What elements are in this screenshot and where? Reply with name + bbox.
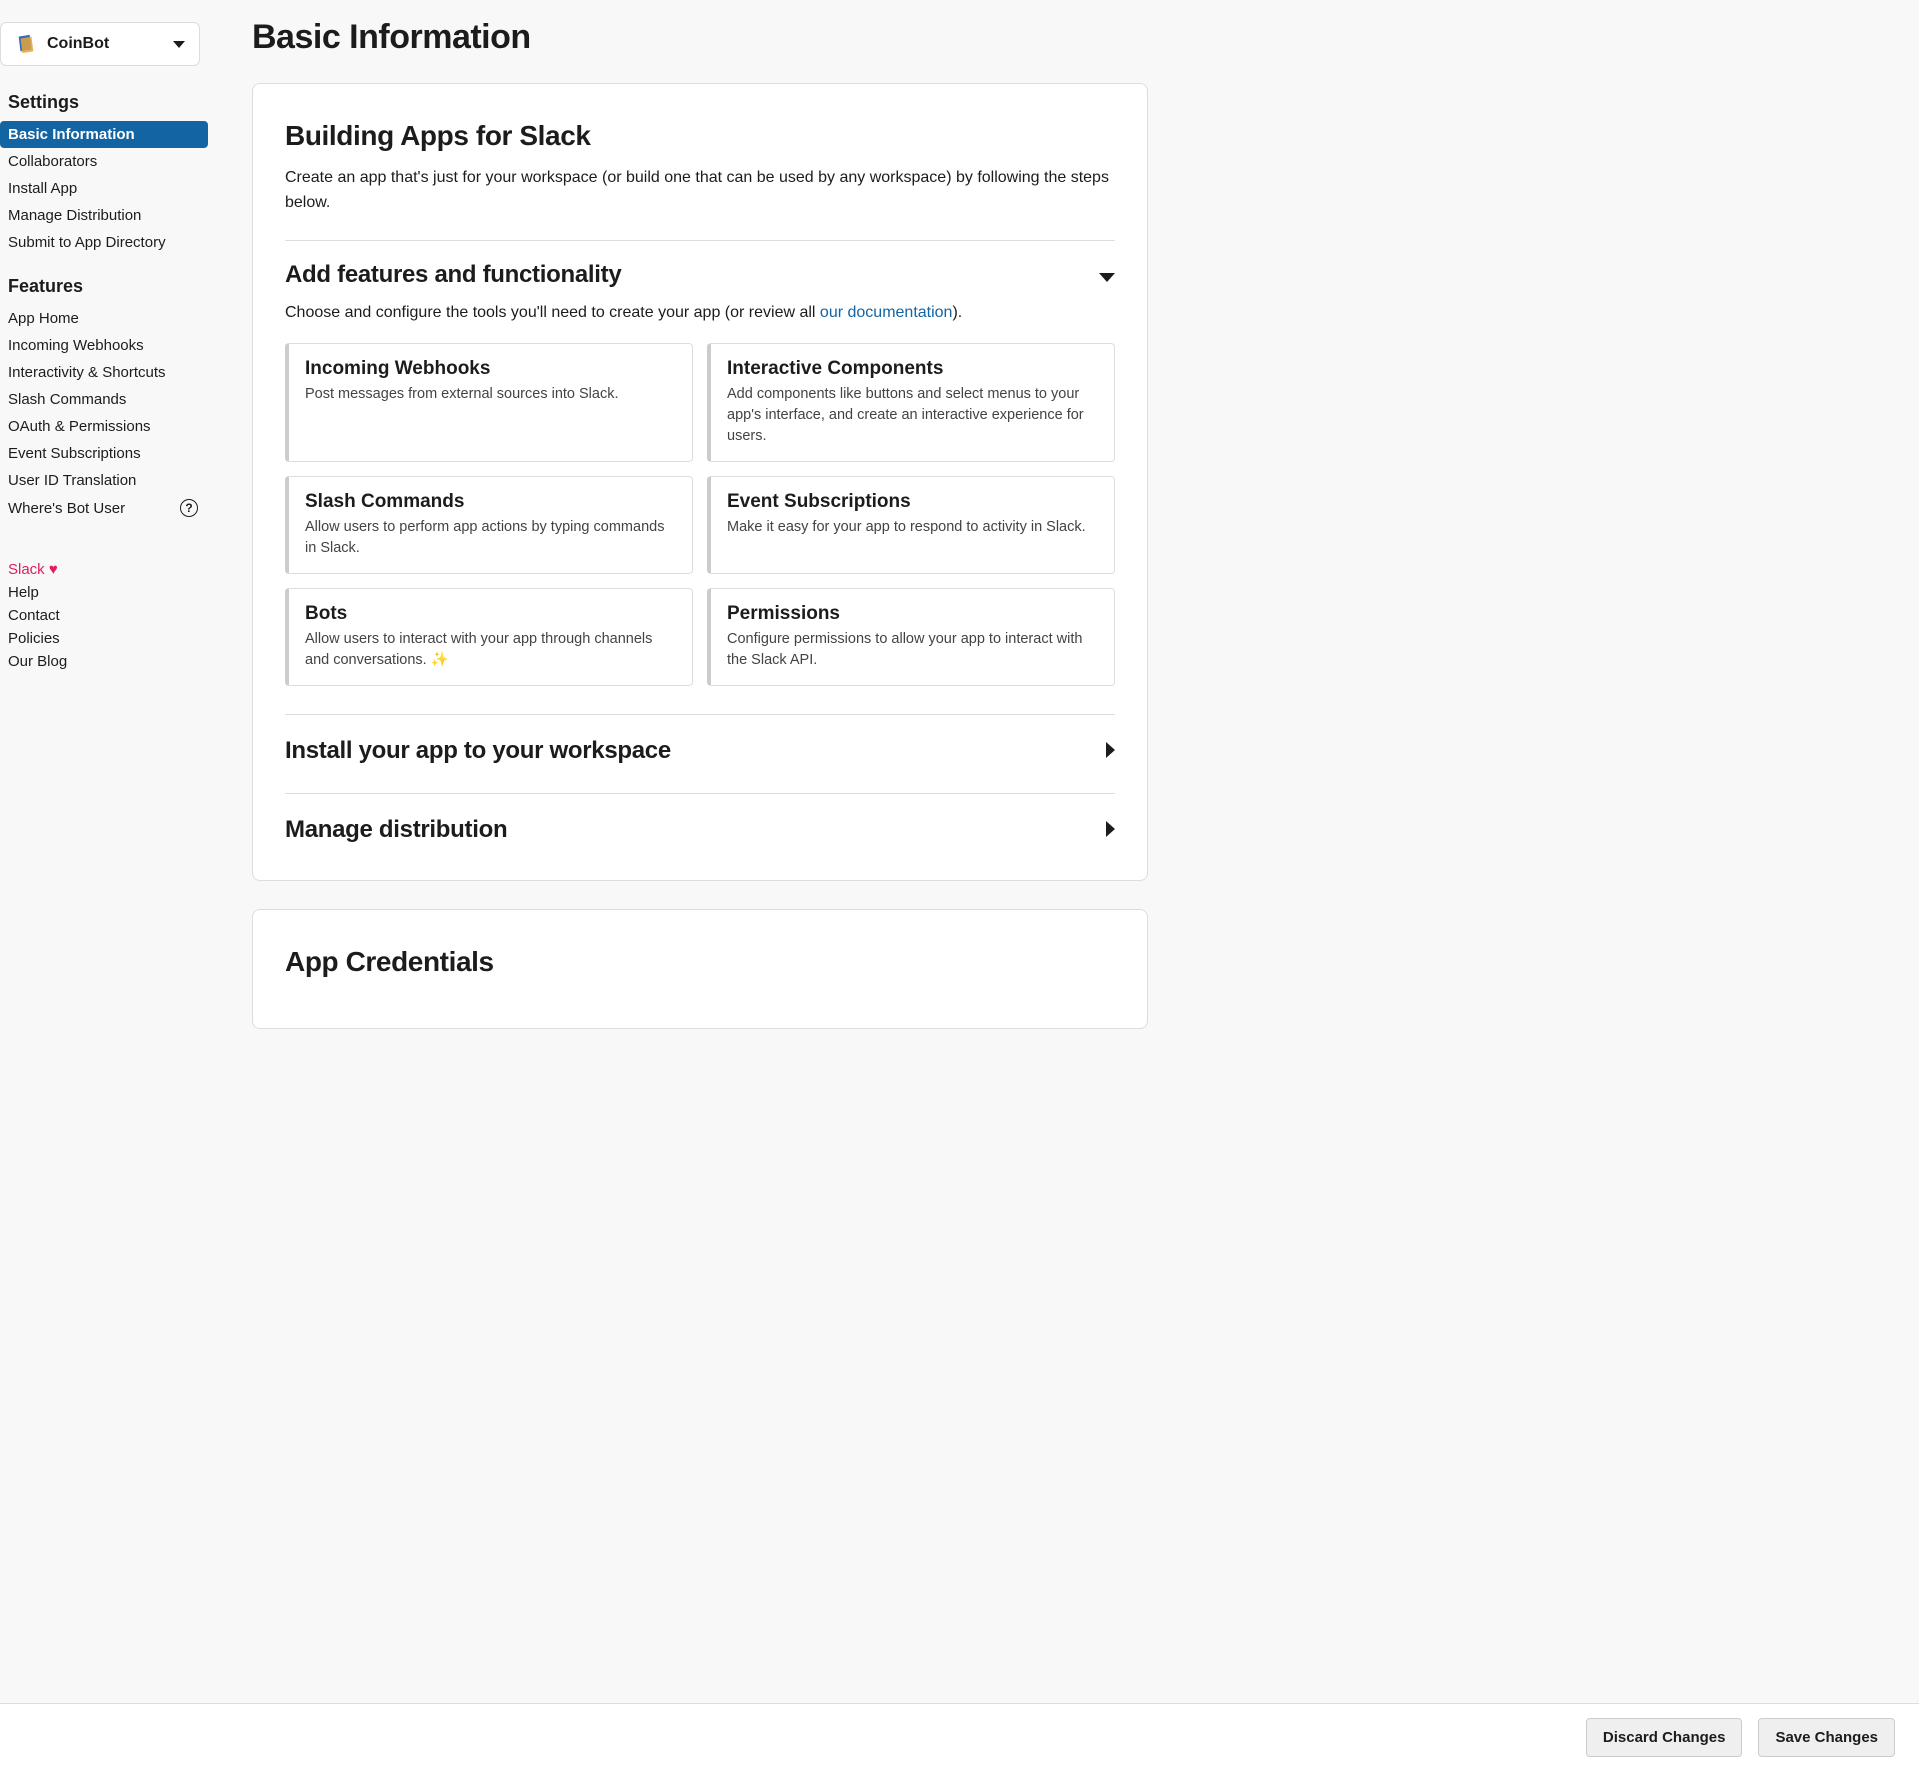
nav-app-home[interactable]: App Home (0, 305, 208, 332)
app-credentials-card: App Credentials (252, 909, 1148, 1029)
nav-basic-information[interactable]: Basic Information (0, 121, 208, 148)
nav-collaborators[interactable]: Collaborators (0, 148, 208, 175)
feature-title: Permissions (727, 603, 1098, 625)
footer-contact[interactable]: Contact (0, 604, 208, 627)
feature-title: Interactive Components (727, 358, 1098, 380)
features-header: Features (0, 270, 208, 305)
app-name: CoinBot (47, 35, 109, 53)
building-apps-card: Building Apps for Slack Create an app th… (252, 83, 1148, 881)
discard-button[interactable]: Discard Changes (1586, 1718, 1743, 1757)
nav-incoming-webhooks[interactable]: Incoming Webhooks (0, 332, 208, 359)
nav-install-app[interactable]: Install App (0, 175, 208, 202)
feature-title: Event Subscriptions (727, 491, 1098, 513)
features-section-desc: Choose and configure the tools you'll ne… (285, 301, 1115, 325)
feature-event-subscriptions[interactable]: Event Subscriptions Make it easy for you… (707, 476, 1115, 574)
building-title: Building Apps for Slack (285, 120, 1115, 152)
install-section-title: Install your app to your workspace (285, 737, 671, 765)
nav-slash-commands[interactable]: Slash Commands (0, 386, 208, 413)
feature-permissions[interactable]: Permissions Configure permissions to all… (707, 588, 1115, 686)
feature-title: Bots (305, 603, 676, 625)
footer-policies[interactable]: Policies (0, 627, 208, 650)
save-button[interactable]: Save Changes (1758, 1718, 1895, 1757)
nav-oauth-permissions[interactable]: OAuth & Permissions (0, 413, 208, 440)
nav-event-subscriptions[interactable]: Event Subscriptions (0, 440, 208, 467)
sparkle-icon: ✨ (431, 650, 449, 671)
manage-section-title: Manage distribution (285, 816, 507, 844)
feature-title: Slash Commands (305, 491, 676, 513)
feature-title: Incoming Webhooks (305, 358, 676, 380)
feature-desc: Configure permissions to allow your app … (727, 629, 1098, 671)
features-section-title: Add features and functionality (285, 261, 621, 289)
credentials-title: App Credentials (285, 946, 1115, 978)
help-icon[interactable]: ? (180, 499, 198, 517)
nav-manage-distribution[interactable]: Manage Distribution (0, 202, 208, 229)
footer-slack-love-label: Slack (8, 561, 45, 578)
nav-interactivity-shortcuts[interactable]: Interactivity & Shortcuts (0, 359, 208, 386)
footer-help[interactable]: Help (0, 581, 208, 604)
documentation-link[interactable]: our documentation (820, 304, 953, 321)
feature-desc: Make it easy for your app to respond to … (727, 517, 1098, 538)
feature-slash-commands[interactable]: Slash Commands Allow users to perform ap… (285, 476, 693, 574)
feature-bots[interactable]: Bots Allow users to interact with your a… (285, 588, 693, 686)
feature-interactive-components[interactable]: Interactive Components Add components li… (707, 343, 1115, 462)
manage-section-toggle[interactable]: Manage distribution (285, 816, 1115, 844)
features-section-desc-prefix: Choose and configure the tools you'll ne… (285, 304, 820, 321)
settings-header: Settings (0, 86, 208, 121)
heart-icon: ♥ (49, 561, 58, 578)
chevron-right-icon (1106, 821, 1115, 837)
feature-desc: Post messages from external sources into… (305, 384, 676, 405)
chevron-down-icon (1099, 273, 1115, 282)
nav-submit-app-directory[interactable]: Submit to App Directory (0, 229, 208, 256)
feature-desc: Add components like buttons and select m… (727, 384, 1098, 447)
chevron-right-icon (1106, 742, 1115, 758)
building-desc: Create an app that's just for your works… (285, 166, 1115, 216)
features-section-desc-suffix: ). (952, 304, 962, 321)
divider (285, 240, 1115, 241)
nav-user-id-translation[interactable]: User ID Translation (0, 467, 208, 494)
chevron-down-icon (173, 41, 185, 48)
page-title: Basic Information (252, 18, 1148, 57)
nav-wheres-bot-user-label: Where's Bot User (8, 500, 125, 517)
install-section-toggle[interactable]: Install your app to your workspace (285, 737, 1115, 765)
features-section-toggle[interactable]: Add features and functionality (285, 261, 1115, 289)
app-icon (15, 33, 37, 55)
app-selector[interactable]: CoinBot (0, 22, 200, 66)
footer-slack-love[interactable]: Slack ♥ (0, 558, 208, 581)
footer-blog[interactable]: Our Blog (0, 650, 208, 673)
action-bar: Discard Changes Save Changes (0, 1703, 1919, 1771)
feature-desc: Allow users to perform app actions by ty… (305, 517, 676, 559)
feature-desc: Allow users to interact with your app th… (305, 629, 676, 671)
nav-wheres-bot-user[interactable]: Where's Bot User ? (0, 494, 208, 522)
feature-incoming-webhooks[interactable]: Incoming Webhooks Post messages from ext… (285, 343, 693, 462)
